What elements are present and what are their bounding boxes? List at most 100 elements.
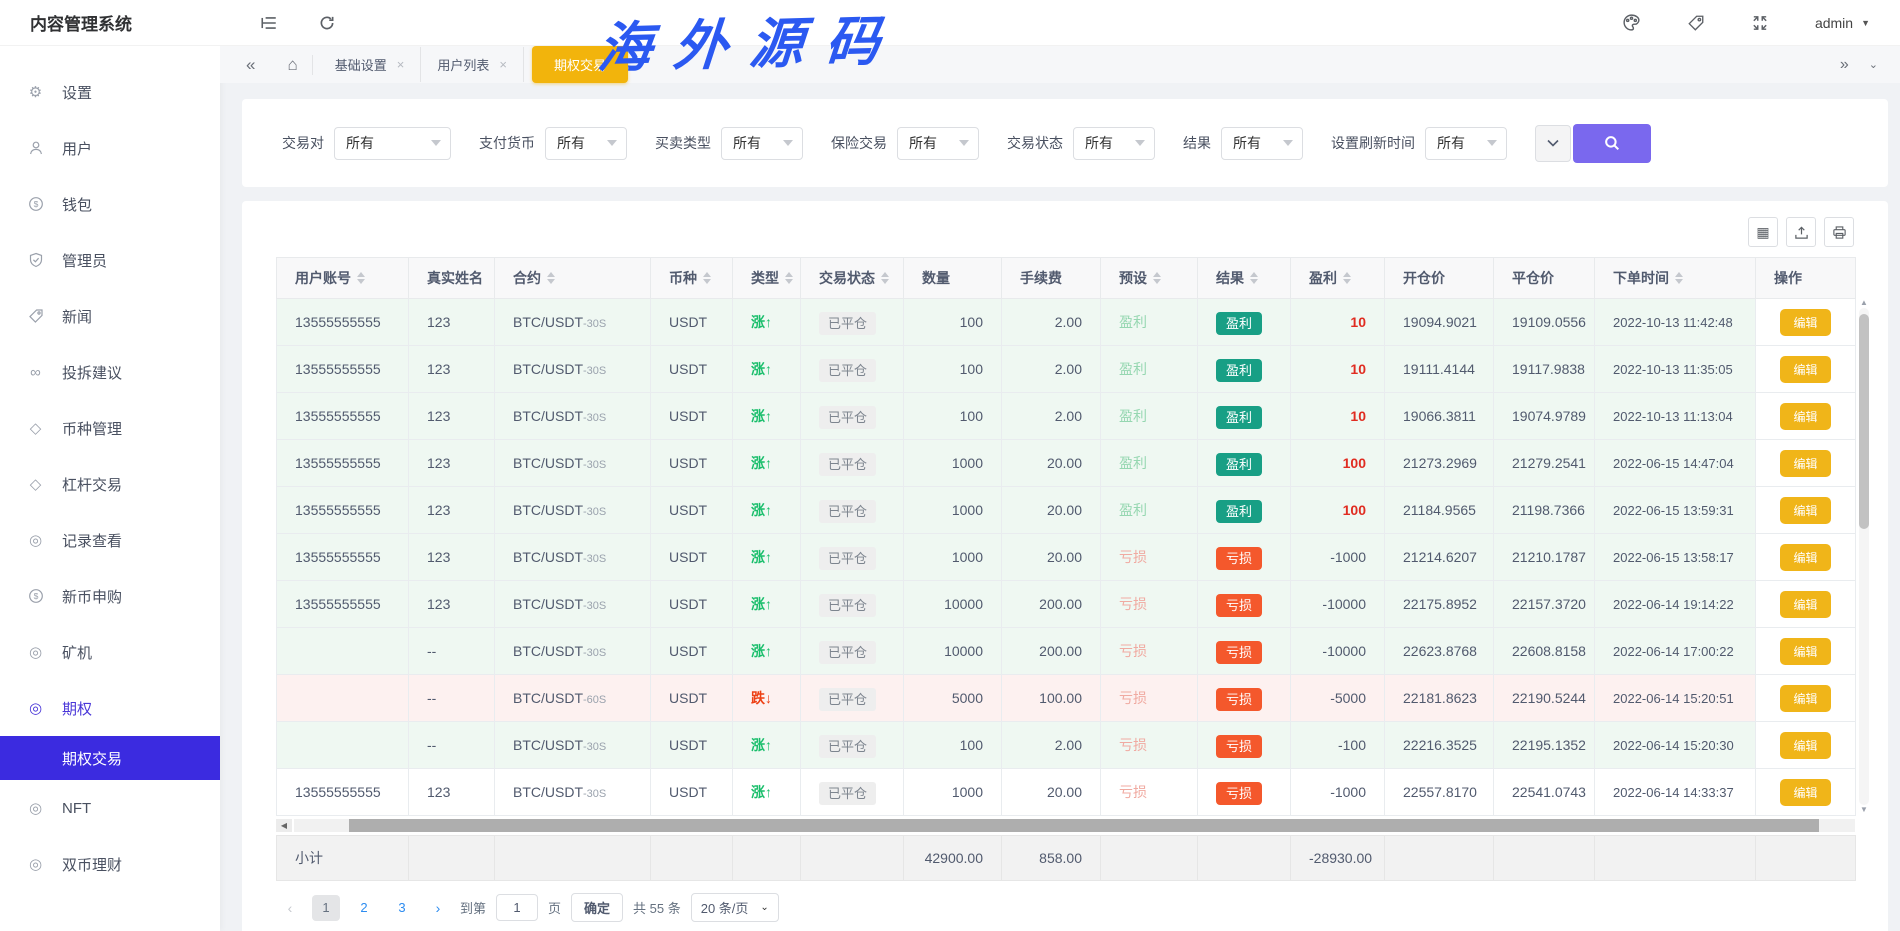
filter-select-结果[interactable]: 所有 — [1221, 127, 1303, 160]
admin-user-menu[interactable]: admin ▼ — [1815, 15, 1870, 31]
filter-select-设置刷新时间[interactable]: 所有 — [1425, 127, 1507, 160]
edit-button[interactable]: 编辑 — [1780, 497, 1830, 524]
jump-page-input[interactable] — [496, 894, 538, 921]
cell-result: 亏损 — [1198, 675, 1291, 722]
filter-select-支付货币[interactable]: 所有 — [545, 127, 627, 160]
sidebar-item-期权[interactable]: ◎期权 — [0, 680, 220, 736]
sidebar-item-设置[interactable]: ⚙设置 — [0, 64, 220, 120]
sort-icon[interactable] — [785, 272, 793, 284]
tabs-menu-caret-icon[interactable]: ⌄ — [1869, 58, 1878, 71]
scroll-up-icon[interactable]: ▲ — [1860, 298, 1868, 308]
filter-select-保险交易[interactable]: 所有 — [897, 127, 979, 160]
column-header-contract[interactable]: 合约 — [495, 258, 651, 299]
sort-icon[interactable] — [703, 272, 711, 284]
cell-preset: 亏损 — [1101, 628, 1198, 675]
column-header-result[interactable]: 结果 — [1198, 258, 1291, 299]
edit-button[interactable]: 编辑 — [1780, 685, 1830, 712]
scroll-down-icon[interactable]: ▼ — [1860, 805, 1868, 815]
horizontal-scrollbar-thumb[interactable] — [349, 819, 1819, 832]
close-tab-icon[interactable]: × — [499, 57, 507, 72]
column-header-type[interactable]: 类型 — [733, 258, 801, 299]
sidebar-item-新闻[interactable]: 新闻 — [0, 288, 220, 344]
fullscreen-icon[interactable] — [1751, 14, 1769, 32]
edit-button[interactable]: 编辑 — [1780, 591, 1830, 618]
prev-page-icon[interactable]: ‹ — [278, 900, 302, 916]
column-header-time[interactable]: 下单时间 — [1595, 258, 1756, 299]
column-header-account[interactable]: 用户账号 — [277, 258, 409, 299]
sidebar-item-NFT[interactable]: ◎NFT — [0, 780, 220, 836]
expand-filters-button[interactable] — [1535, 125, 1571, 162]
confirm-jump-button[interactable]: 确定 — [571, 893, 623, 922]
sidebar-item-用户[interactable]: 用户 — [0, 120, 220, 176]
filter-select-交易状态[interactable]: 所有 — [1073, 127, 1155, 160]
export-icon[interactable] — [1786, 217, 1816, 247]
edit-button[interactable]: 编辑 — [1780, 450, 1830, 477]
sidebar-item-杠杆交易[interactable]: ◇杠杆交易 — [0, 456, 220, 512]
print-icon[interactable] — [1824, 217, 1854, 247]
cell-result: 亏损 — [1198, 628, 1291, 675]
edit-button[interactable]: 编辑 — [1780, 403, 1830, 430]
tag-icon[interactable] — [1687, 14, 1705, 32]
next-page-icon[interactable]: › — [426, 900, 450, 916]
scroll-left-icon[interactable]: ◀ — [276, 819, 292, 832]
cell-open-price: 19111.4144 — [1385, 346, 1494, 393]
sidebar-item-管理员[interactable]: 管理员 — [0, 232, 220, 288]
filter-select-买卖类型[interactable]: 所有 — [721, 127, 803, 160]
close-tab-icon[interactable]: × — [397, 57, 405, 72]
sidebar-subitem-期权交易[interactable]: 期权交易 — [0, 736, 220, 780]
column-header-currency[interactable]: 币种 — [651, 258, 733, 299]
filter-label: 设置刷新时间 — [1331, 133, 1415, 153]
tabs-scroll-left-icon[interactable]: « — [246, 55, 255, 75]
result-badge: 亏损 — [1216, 782, 1262, 805]
edit-button[interactable]: 编辑 — [1780, 779, 1830, 806]
sidebar-item-币种管理[interactable]: ◇币种管理 — [0, 400, 220, 456]
refresh-icon[interactable] — [318, 14, 336, 32]
sort-icon[interactable] — [357, 272, 365, 284]
search-button[interactable] — [1573, 124, 1651, 163]
cell-order-time: 2022-06-14 19:14:22 — [1595, 581, 1756, 628]
edit-button[interactable]: 编辑 — [1780, 356, 1830, 383]
cell-preset: 盈利 — [1101, 487, 1198, 534]
column-header-profit[interactable]: 盈利 — [1291, 258, 1385, 299]
sidebar-item-投拆建议[interactable]: ∞投拆建议 — [0, 344, 220, 400]
tabs-scroll-right-icon[interactable]: » — [1840, 56, 1849, 74]
filter-select-交易对[interactable]: 所有 — [334, 127, 451, 160]
collapse-menu-icon[interactable] — [260, 14, 278, 32]
page-button-1[interactable]: 1 — [312, 895, 340, 921]
edit-button[interactable]: 编辑 — [1780, 638, 1830, 665]
sort-icon[interactable] — [1250, 272, 1258, 284]
edit-button[interactable]: 编辑 — [1780, 732, 1830, 759]
home-tab-icon[interactable]: ⌂ — [273, 55, 312, 75]
sidebar-item-钱包[interactable]: $钱包 — [0, 176, 220, 232]
jump-label: 到第 — [460, 898, 486, 917]
theme-palette-icon[interactable] — [1622, 13, 1641, 32]
sidebar-item-矿机[interactable]: ◎矿机 — [0, 624, 220, 680]
column-header-preset[interactable]: 预设 — [1101, 258, 1198, 299]
column-label: 交易状态 — [819, 268, 875, 288]
column-header-status[interactable]: 交易状态 — [801, 258, 904, 299]
sidebar-item-双币理财[interactable]: ◎双币理财 — [0, 836, 220, 892]
sort-icon[interactable] — [1675, 272, 1683, 284]
sort-icon[interactable] — [1343, 272, 1351, 284]
select-caret-icon — [1283, 140, 1293, 146]
page-button-2[interactable]: 2 — [350, 895, 378, 921]
sidebar-item-新币申购[interactable]: $新币申购 — [0, 568, 220, 624]
sidebar-item-记录查看[interactable]: ◎记录查看 — [0, 512, 220, 568]
horizontal-scrollbar[interactable]: ◀ — [276, 819, 1855, 833]
cell-actions: 编辑 — [1756, 487, 1856, 534]
tab-用户列表[interactable]: 用户列表× — [421, 47, 524, 82]
tab-基础设置[interactable]: 基础设置× — [319, 47, 422, 82]
vertical-scrollbar-thumb[interactable] — [1859, 314, 1869, 529]
sort-icon[interactable] — [547, 272, 555, 284]
page-size-select[interactable]: 20 条/页 ⌄ — [691, 893, 779, 922]
table-toolbar: ▦ — [276, 209, 1854, 257]
edit-button[interactable]: 编辑 — [1780, 309, 1830, 336]
sort-icon[interactable] — [1153, 272, 1161, 284]
columns-setting-icon[interactable]: ▦ — [1748, 217, 1778, 247]
filter-买卖类型: 买卖类型所有 — [655, 127, 803, 160]
page-button-3[interactable]: 3 — [388, 895, 416, 921]
edit-button[interactable]: 编辑 — [1780, 544, 1830, 571]
tab-期权交易[interactable]: 期权交易 — [532, 46, 628, 83]
vertical-scrollbar[interactable]: ▲ ▼ — [1858, 298, 1870, 815]
sort-icon[interactable] — [881, 272, 889, 284]
